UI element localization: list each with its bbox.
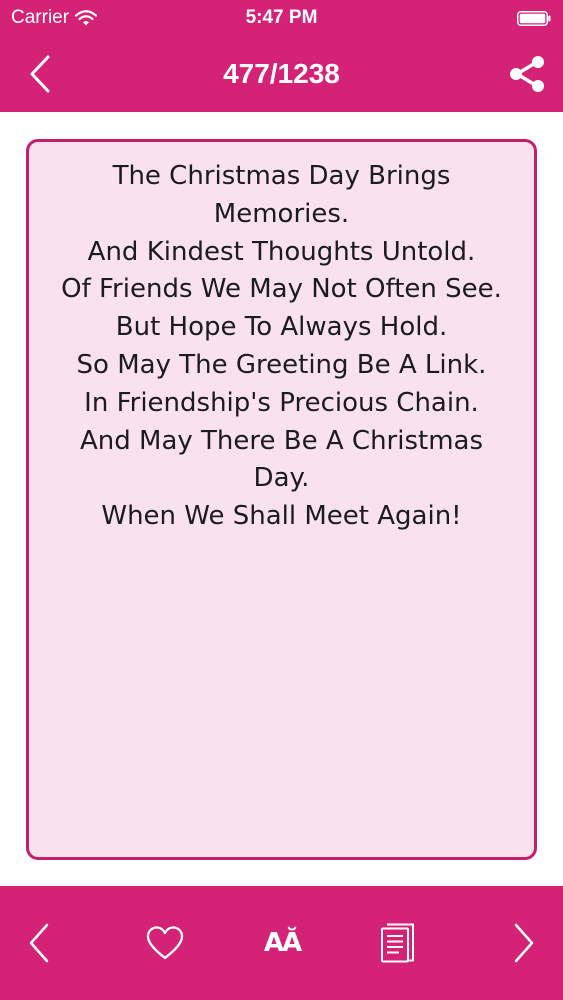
font-size-button[interactable]: AĂ — [257, 918, 307, 968]
top-bar: Carrier 5:47 PM 477/1238 — [0, 0, 563, 112]
previous-button[interactable] — [14, 918, 64, 968]
quote-card: The Christmas Day Brings Memories. And K… — [26, 139, 537, 860]
share-button[interactable] — [505, 52, 549, 96]
status-time: 5:47 PM — [245, 7, 318, 28]
copy-button[interactable] — [373, 918, 423, 968]
page-title: 477/1238 — [223, 58, 340, 89]
document-icon — [381, 923, 414, 963]
nav-bar: 477/1238 — [0, 36, 563, 112]
quote-text: The Christmas Day Brings Memories. And K… — [61, 161, 502, 532]
share-icon — [510, 56, 544, 92]
battery-icon — [517, 11, 551, 26]
favorite-button[interactable] — [140, 918, 190, 968]
chevron-left-icon — [29, 923, 49, 963]
bottom-toolbar: AĂ — [0, 886, 563, 1000]
next-button[interactable] — [499, 918, 549, 968]
chevron-right-icon — [514, 923, 534, 963]
heart-icon — [146, 926, 184, 960]
font-size-label: AĂ — [263, 928, 302, 958]
status-bar: Carrier 5:47 PM — [0, 0, 563, 36]
